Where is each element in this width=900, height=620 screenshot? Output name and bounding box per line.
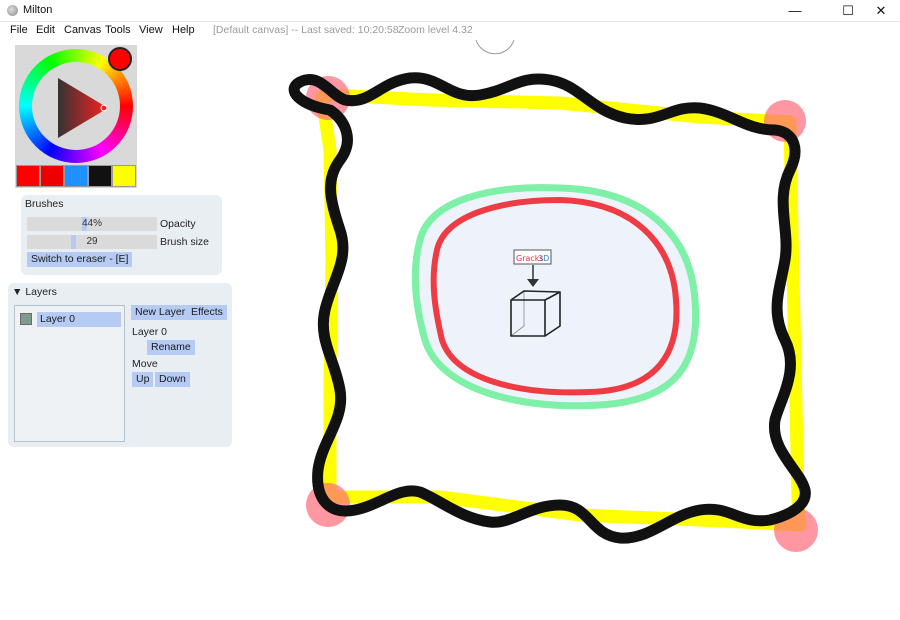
color-picker[interactable] bbox=[15, 45, 137, 188]
collapse-arrow-icon: ▼ bbox=[12, 286, 23, 298]
rename-button[interactable]: Rename bbox=[147, 340, 195, 355]
effects-button[interactable]: Effects bbox=[187, 305, 227, 320]
opacity-value: 44% bbox=[81, 218, 102, 229]
current-color-indicator bbox=[108, 47, 132, 71]
move-up-button[interactable]: Up bbox=[132, 372, 154, 387]
layers-panel: ▼ Layers Layer 0 New Layer Effects Layer… bbox=[8, 283, 232, 447]
opacity-slider[interactable]: 44% bbox=[27, 217, 157, 231]
close-button[interactable]: ✕ bbox=[861, 0, 900, 22]
move-down-button[interactable]: Down bbox=[155, 372, 190, 387]
brush-size-label: Brush size bbox=[160, 236, 210, 248]
title-bar: Milton — ☐ ✕ bbox=[0, 0, 900, 22]
move-label: Move bbox=[132, 358, 158, 370]
menu-edit[interactable]: Edit bbox=[36, 24, 55, 36]
layers-title: Layers bbox=[25, 286, 57, 298]
color-swatches bbox=[16, 165, 136, 187]
swatch-red[interactable] bbox=[16, 165, 40, 187]
menu-view[interactable]: View bbox=[139, 24, 163, 36]
menu-bar: File Edit Canvas Tools View Help [Defaul… bbox=[0, 22, 900, 40]
brushes-panel: Brushes 44% Opacity 29 Brush size Switch… bbox=[21, 195, 222, 275]
layer-list: Layer 0 bbox=[14, 305, 125, 442]
layer-name[interactable]: Layer 0 bbox=[37, 312, 121, 327]
selected-layer-label: Layer 0 bbox=[132, 326, 168, 338]
brush-size-slider[interactable]: 29 bbox=[27, 235, 157, 249]
menu-tools[interactable]: Tools bbox=[105, 24, 131, 36]
saturation-triangle[interactable] bbox=[36, 66, 116, 146]
window-title: Milton bbox=[23, 4, 53, 16]
new-layer-button[interactable]: New Layer bbox=[131, 305, 190, 320]
brushes-title: Brushes bbox=[25, 198, 64, 210]
minimize-button[interactable]: — bbox=[775, 0, 815, 22]
zoom-level: Zoom level 4.32 bbox=[398, 24, 473, 36]
app-icon bbox=[7, 5, 18, 16]
sign-text-blue: 3D bbox=[538, 254, 549, 263]
layer-row[interactable]: Layer 0 bbox=[20, 312, 124, 327]
layer-visibility-toggle[interactable] bbox=[20, 313, 32, 325]
menu-canvas[interactable]: Canvas bbox=[64, 24, 101, 36]
swatch-red-2[interactable] bbox=[40, 165, 64, 187]
swatch-yellow[interactable] bbox=[112, 165, 136, 187]
swatch-black[interactable] bbox=[88, 165, 112, 187]
save-status: [Default canvas] -- Last saved: 10:20:58 bbox=[213, 24, 399, 36]
switch-to-eraser-button[interactable]: Switch to eraser - [E] bbox=[27, 252, 133, 267]
menu-file[interactable]: File bbox=[10, 24, 28, 36]
opacity-label: Opacity bbox=[160, 218, 196, 230]
layers-collapse-toggle[interactable]: ▼ Layers bbox=[12, 286, 57, 298]
brush-size-value: 29 bbox=[86, 236, 98, 247]
menu-help[interactable]: Help bbox=[172, 24, 195, 36]
swatch-blue[interactable] bbox=[64, 165, 88, 187]
brush-cursor bbox=[475, 40, 515, 55]
